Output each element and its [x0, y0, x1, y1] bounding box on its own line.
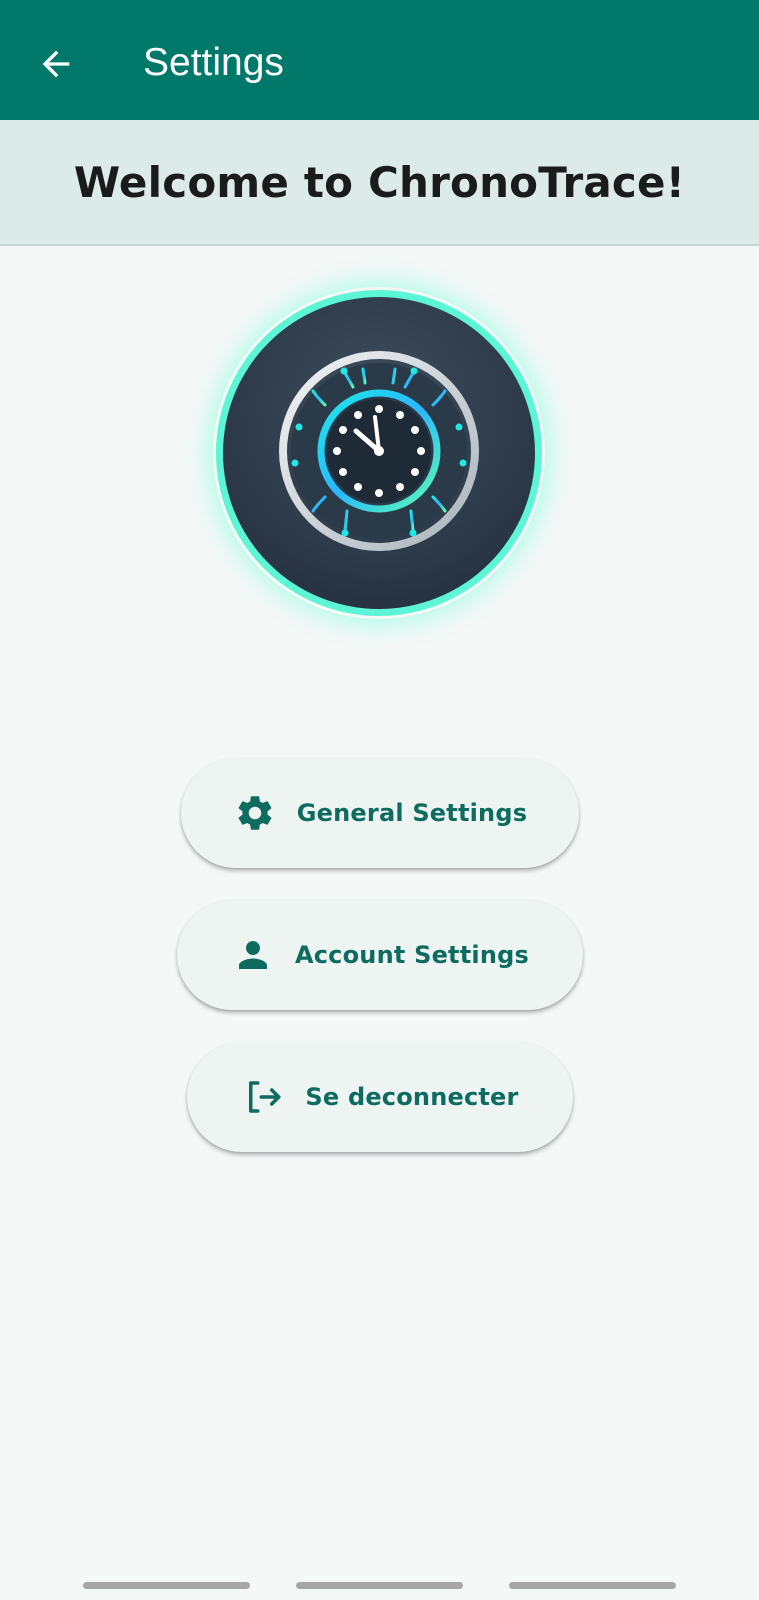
- back-button[interactable]: [28, 36, 84, 92]
- welcome-text: Welcome to ChronoTrace!: [73, 157, 686, 207]
- person-icon: [231, 933, 275, 977]
- account-settings-button[interactable]: Account Settings: [177, 900, 583, 1010]
- chronotrace-logo-icon: [216, 290, 542, 616]
- system-navigation-bar: [0, 1582, 759, 1590]
- general-settings-label: General Settings: [296, 799, 528, 827]
- app-bar: Settings: [0, 0, 759, 120]
- page-title: Settings: [143, 41, 284, 84]
- gear-icon: [233, 791, 277, 835]
- welcome-banner: Welcome to ChronoTrace!: [0, 120, 759, 246]
- arrow-back-icon: [42, 50, 70, 78]
- logout-icon: [241, 1075, 285, 1119]
- nav-pill-center[interactable]: [296, 1582, 463, 1589]
- nav-pill-left[interactable]: [83, 1582, 250, 1589]
- account-settings-label: Account Settings: [294, 941, 529, 969]
- app-logo: [213, 287, 545, 619]
- general-settings-button[interactable]: General Settings: [181, 758, 579, 868]
- logout-label: Se deconnecter: [305, 1083, 519, 1111]
- nav-pill-right[interactable]: [509, 1582, 676, 1589]
- logout-button[interactable]: Se deconnecter: [187, 1042, 573, 1152]
